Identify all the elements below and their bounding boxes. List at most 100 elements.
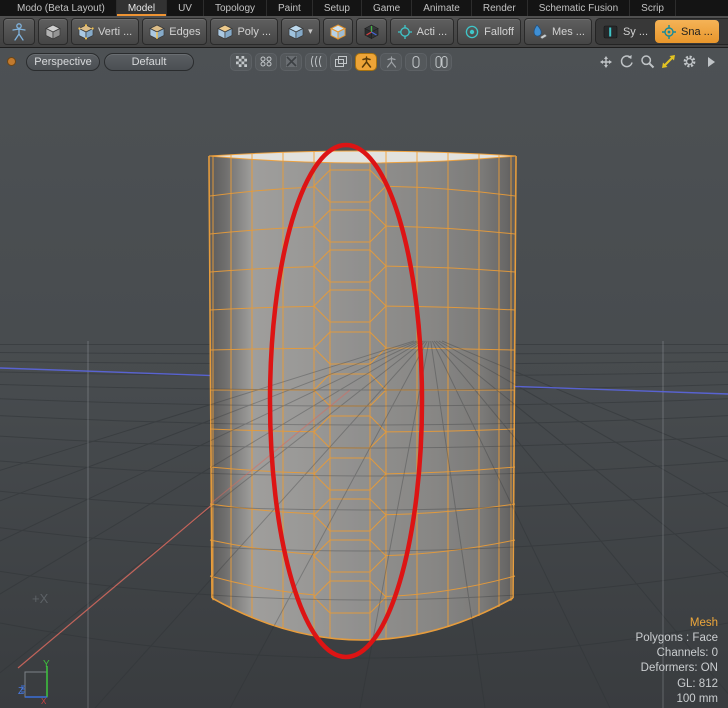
orbit-tool-button[interactable] (618, 53, 635, 70)
pan-tool-button[interactable] (597, 53, 614, 70)
orbit-rotate-icon (619, 54, 634, 69)
vertices-mode-button[interactable]: Verti ... (71, 18, 139, 45)
dropdown-caret-icon: ▾ (308, 26, 313, 37)
dots-toggle[interactable] (255, 53, 277, 71)
actor-figure-icon (10, 22, 28, 41)
status-deformers: Deformers: ON (636, 661, 718, 676)
vertices-label: Verti ... (98, 26, 132, 38)
expand-arrow-icon (706, 56, 716, 68)
pan-move-icon (598, 54, 614, 70)
maximize-arrows-icon (661, 54, 676, 69)
waves-toggle[interactable] (305, 53, 327, 71)
viewport-header: Perspective Default (0, 52, 728, 71)
status-channels: Channels: 0 (636, 646, 718, 661)
tab-schematic-fusion[interactable]: Schematic Fusion (528, 0, 630, 16)
mesh-paint-icon (531, 24, 548, 40)
mode-dropdown-button[interactable]: ▾ (281, 18, 320, 45)
item-cube-button[interactable] (323, 18, 353, 45)
tab-topology[interactable]: Topology (204, 0, 267, 16)
gizmo-x-label: X (41, 697, 47, 706)
action-center-button[interactable]: Acti ... (390, 18, 455, 45)
status-gl-count: GL: 812 (636, 677, 718, 692)
mesh-ops-button[interactable]: Mes ... (524, 18, 592, 45)
edges-mode-button[interactable]: Edges (142, 18, 207, 45)
zoom-tool-button[interactable] (639, 53, 656, 70)
tab-uv[interactable]: UV (167, 0, 204, 16)
action-center-label: Acti ... (417, 26, 448, 38)
tab-game[interactable]: Game (362, 0, 412, 16)
tab-animate[interactable]: Animate (412, 0, 472, 16)
layers-toggle[interactable] (330, 53, 352, 71)
checkerboard-icon (236, 56, 247, 67)
snapping-icon (661, 24, 677, 40)
checkerboard-toggle[interactable] (230, 53, 252, 71)
gizmo-z-label: Z (18, 686, 24, 697)
double-capsule-icon (435, 56, 448, 68)
cube-polygons-icon (217, 24, 233, 40)
scene-canvas[interactable]: +X (0, 48, 728, 708)
cube-gray-icon (45, 24, 61, 40)
shading-select[interactable]: Default (104, 53, 194, 71)
cube-vertices-icon (78, 24, 94, 40)
cube-blue-icon (288, 24, 304, 40)
actor-orange-icon (361, 56, 372, 68)
status-polygons: Polygons : Face (636, 631, 718, 646)
maximize-viewport-button[interactable] (660, 53, 677, 70)
magnifier-icon (640, 54, 655, 69)
tab-render[interactable]: Render (472, 0, 528, 16)
capsules-toggle[interactable] (430, 53, 452, 71)
action-center-icon (397, 24, 413, 40)
viewport-nav-buttons (597, 53, 719, 70)
cylinder-mesh (209, 151, 516, 640)
four-dots-icon (260, 56, 272, 67)
tab-script[interactable]: Scrip (630, 0, 676, 16)
capsule-toggle[interactable] (405, 53, 427, 71)
viewport-toggle-buttons (230, 53, 452, 71)
symmetry-icon (603, 25, 619, 39)
gear-icon (682, 54, 697, 69)
camera-select[interactable]: Perspective (26, 53, 100, 71)
selection-sets-button[interactable]: Sele ... (720, 20, 728, 43)
items-mode-button[interactable] (3, 18, 35, 45)
polygons-mode-button[interactable]: Poly ... (210, 18, 278, 45)
layers-icon (335, 56, 347, 67)
gizmo-y-label: Y (43, 659, 50, 670)
symmetry-label: Sy ... (623, 26, 648, 38)
auto-select-mode-button[interactable] (38, 18, 68, 45)
texture-x-icon (286, 56, 297, 67)
status-mesh-name: Mesh (636, 616, 718, 631)
tab-model[interactable]: Model (117, 0, 167, 16)
axis-hint-label: +X (32, 591, 49, 606)
capsule-icon (412, 56, 420, 68)
actor-solo-toggle[interactable] (355, 53, 377, 71)
symmetry-button[interactable]: Sy ... (597, 20, 654, 43)
workplane-gizmo: Y Z X (18, 658, 62, 706)
falloff-label: Falloff (484, 26, 514, 38)
main-toolbar: Verti ... Edges Poly ... ▾ (0, 16, 728, 48)
texture-toggle[interactable] (280, 53, 302, 71)
cube-orange-outline-icon (330, 24, 346, 40)
cube-edges-icon (149, 24, 165, 40)
snapping-label: Sna ... (681, 26, 713, 38)
viewport-menu-dot[interactable] (7, 57, 16, 66)
layout-tabbar: Modo (Beta Layout) Model UV Topology Pai… (0, 0, 728, 16)
status-grid-size: 100 mm (636, 692, 718, 707)
actor-ghost-icon (386, 56, 397, 68)
actor-ghost-toggle[interactable] (380, 53, 402, 71)
tab-paint[interactable]: Paint (267, 0, 313, 16)
snapping-group: Sy ... Sna ... Sele ... (595, 18, 728, 45)
viewport-status-block: Mesh Polygons : Face Channels: 0 Deforme… (636, 616, 718, 707)
falloff-icon (464, 24, 480, 40)
workplane-cube-button[interactable] (356, 18, 387, 45)
falloff-button[interactable]: Falloff (457, 18, 521, 45)
expand-panel-button[interactable] (702, 53, 719, 70)
polygons-label: Poly ... (237, 26, 271, 38)
waves-icon (310, 56, 322, 67)
cube-axes-icon (363, 23, 380, 40)
mesh-ops-label: Mes ... (552, 26, 585, 38)
tab-setup[interactable]: Setup (313, 0, 362, 16)
snapping-button[interactable]: Sna ... (655, 20, 719, 43)
viewport-settings-button[interactable] (681, 53, 698, 70)
tab-modo-layout[interactable]: Modo (Beta Layout) (6, 0, 117, 16)
viewport-3d: +X Perspective Default (0, 48, 728, 708)
